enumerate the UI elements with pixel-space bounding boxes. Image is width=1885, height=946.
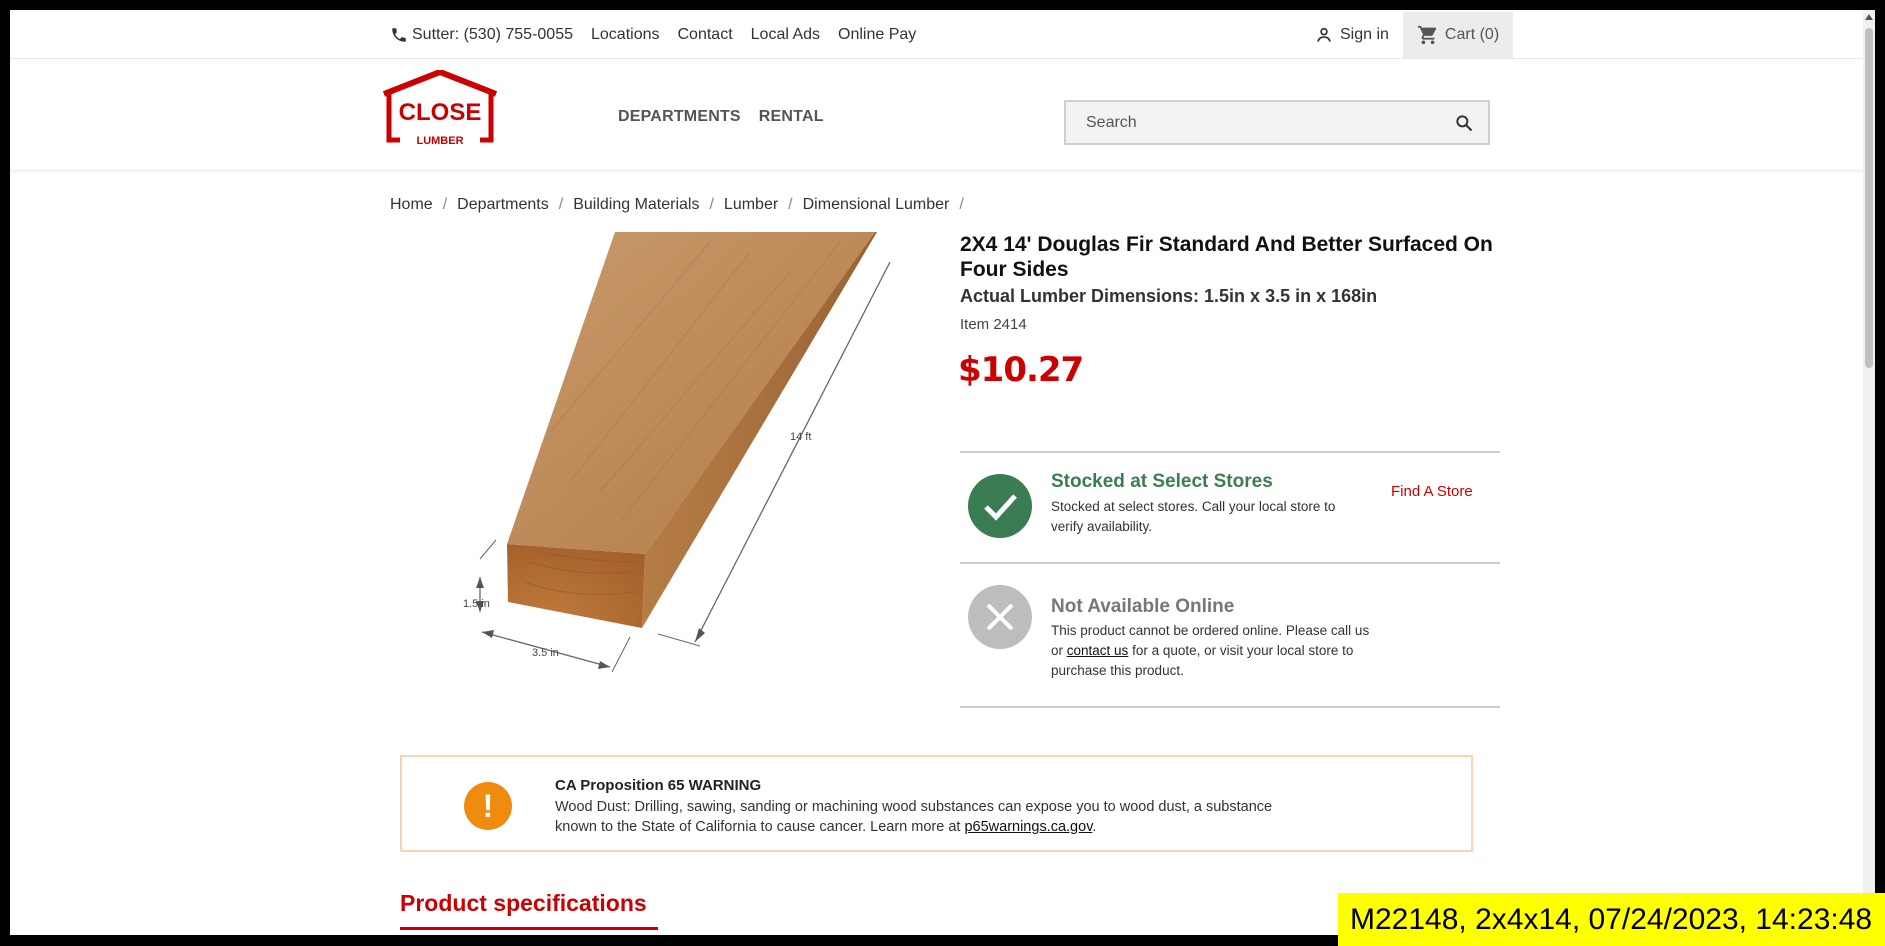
contact-link[interactable]: Contact (678, 26, 733, 44)
user-icon (1317, 27, 1331, 42)
scroll-up-icon[interactable] (1865, 14, 1873, 20)
svg-text:14 ft: 14 ft (790, 431, 811, 443)
exclamation-icon: ! (464, 782, 512, 830)
stock-heading: Stocked at Select Stores (1051, 471, 1273, 492)
phone-link[interactable]: Sutter: (530) 755-0055 (390, 26, 573, 44)
warning-title: CA Proposition 65 WARNING (555, 777, 762, 794)
svg-text:1.5 in: 1.5 in (463, 598, 490, 610)
search-icon[interactable] (1454, 113, 1474, 133)
top-utility-bar: Sutter: (530) 755-0055 Locations Contact… (10, 10, 1863, 59)
stock-description: Stocked at select stores. Call your loca… (1051, 499, 1336, 534)
contact-us-link[interactable]: contact us (1067, 643, 1129, 658)
product-title: 2X4 14' Douglas Fir Standard And Better … (960, 233, 1493, 281)
product-image[interactable]: 14 ft 1.5 in 3.5 in (450, 232, 920, 692)
breadcrumb-lumber[interactable]: Lumber (724, 196, 778, 214)
phone-icon (392, 27, 406, 42)
x-icon (968, 585, 1032, 649)
stock-availability: Stocked at Select Stores Stocked at sele… (960, 451, 1500, 563)
find-a-store-link[interactable]: Find A Store (1391, 483, 1473, 500)
nav-departments[interactable]: DEPARTMENTS (618, 108, 741, 126)
product-specifications-heading[interactable]: Product specifications (400, 890, 658, 930)
search-box (1064, 100, 1490, 145)
online-heading: Not Available Online (1051, 596, 1235, 617)
search-input[interactable] (1086, 113, 1454, 132)
cart-button[interactable]: Cart (0) (1402, 12, 1514, 58)
sign-in-link[interactable]: Sign in (1300, 12, 1403, 58)
warning-text: Wood Dust: Drilling, sawing, sanding or … (555, 799, 1273, 835)
timestamp-overlay: M22148, 2x4x14, 07/24/2023, 14:23:48 (1338, 893, 1885, 946)
breadcrumb-building-materials[interactable]: Building Materials (573, 196, 699, 214)
checkmark-icon (968, 474, 1032, 538)
vertical-scrollbar[interactable] (1863, 10, 1875, 935)
breadcrumb: Home / Departments / Building Materials / L… (390, 196, 964, 214)
online-pay-link[interactable]: Online Pay (838, 26, 916, 44)
cart-label: Cart (0) (1444, 26, 1500, 43)
local-ads-link[interactable]: Local Ads (751, 26, 820, 44)
breadcrumb-departments[interactable]: Departments (457, 196, 549, 214)
breadcrumb-home[interactable]: Home (390, 196, 433, 214)
nav-rental[interactable]: RENTAL (759, 108, 824, 126)
breadcrumb-dimensional-lumber[interactable]: Dimensional Lumber (803, 196, 950, 214)
svg-text:LUMBER: LUMBER (416, 135, 463, 147)
product-price: $10.27 (958, 350, 1084, 390)
site-header: CLOSE LUMBER DEPARTMENTS RENTAL (10, 60, 1863, 171)
main-nav: DEPARTMENTS RENTAL (618, 108, 824, 126)
online-description: This product cannot be ordered online. P… (1051, 623, 1370, 678)
sign-in-label: Sign in (1340, 26, 1389, 43)
item-number: Item 2414 (960, 316, 1027, 333)
svg-text:3.5 in: 3.5 in (532, 647, 559, 659)
cart-icon (1417, 25, 1437, 45)
p65-link[interactable]: p65warnings.ca.gov (964, 819, 1092, 835)
browser-viewport: Sutter: (530) 755-0055 Locations Contact… (10, 10, 1863, 935)
svg-text:CLOSE: CLOSE (399, 99, 482, 126)
prop65-warning: ! CA Proposition 65 WARNING Wood Dust: D… (400, 755, 1473, 852)
scrollbar-thumb[interactable] (1865, 28, 1873, 368)
locations-link[interactable]: Locations (591, 26, 660, 44)
online-availability: Not Available Online This product cannot… (960, 562, 1500, 708)
phone-number: Sutter: (530) 755-0055 (412, 25, 573, 43)
close-lumber-logo[interactable]: CLOSE LUMBER (380, 68, 500, 150)
product-dimensions: Actual Lumber Dimensions: 1.5in x 3.5 in… (960, 286, 1378, 306)
